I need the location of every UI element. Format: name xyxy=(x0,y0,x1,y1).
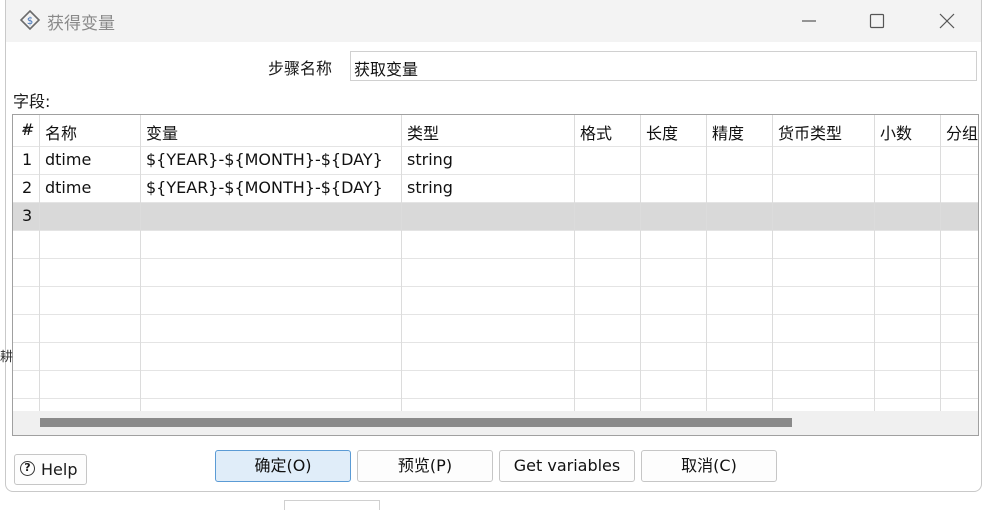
dialog-window: $ 获得变量 步骤名称 字段: xyxy=(5,0,982,492)
column-header-type[interactable]: 类型 xyxy=(407,120,439,144)
maximize-button[interactable] xyxy=(842,0,912,42)
column-header-index[interactable]: # xyxy=(21,120,34,139)
title-bar[interactable]: $ 获得变量 xyxy=(6,0,981,42)
column-header-name[interactable]: 名称 xyxy=(45,120,77,144)
close-button[interactable] xyxy=(912,0,982,42)
help-button[interactable]: ? Help xyxy=(14,454,87,485)
table-cell-variable[interactable]: ${YEAR}-${MONTH}-${DAY} xyxy=(146,150,383,169)
pentaho-variable-icon: $ xyxy=(19,9,41,31)
cancel-button[interactable]: 取消(C) xyxy=(641,450,777,482)
fields-label: 字段: xyxy=(13,92,51,111)
ok-button[interactable]: 确定(O) xyxy=(215,450,351,482)
help-icon: ? xyxy=(20,461,35,476)
column-header-precision[interactable]: 精度 xyxy=(712,120,744,144)
row-number: 2 xyxy=(22,178,33,197)
svg-text:$: $ xyxy=(27,16,33,27)
maximize-icon xyxy=(869,13,885,29)
column-header-length[interactable]: 长度 xyxy=(646,120,678,144)
scrollbar-thumb[interactable] xyxy=(40,418,792,427)
column-header-variable[interactable]: 变量 xyxy=(146,120,178,144)
table-cell-variable[interactable]: ${YEAR}-${MONTH}-${DAY} xyxy=(146,178,383,197)
help-label: Help xyxy=(41,460,78,479)
background-text-fragment: 耕 xyxy=(0,350,14,365)
row-number: 1 xyxy=(22,150,33,169)
horizontal-scrollbar[interactable] xyxy=(13,411,978,435)
table-cell-name[interactable]: dtime xyxy=(45,150,91,169)
table-cell-name[interactable]: dtime xyxy=(45,178,91,197)
close-icon xyxy=(939,13,955,29)
column-header-decimal[interactable]: 小数 xyxy=(880,120,912,144)
table-cell-type[interactable]: string xyxy=(407,178,453,197)
background-window-edge xyxy=(284,500,380,510)
step-name-input[interactable] xyxy=(350,51,977,81)
step-name-label: 步骤名称 xyxy=(268,59,333,78)
get-variables-button[interactable]: Get variables xyxy=(499,450,635,482)
fields-table[interactable]: # 名称 变量 类型 格式 长度 精度 货币类型 小数 分组 1 dtime $… xyxy=(12,114,979,436)
column-header-format[interactable]: 格式 xyxy=(580,120,612,144)
row-number: 3 xyxy=(22,206,33,225)
column-header-currency[interactable]: 货币类型 xyxy=(778,120,842,144)
preview-button[interactable]: 预览(P) xyxy=(357,450,493,482)
table-cell-type[interactable]: string xyxy=(407,150,453,169)
column-header-group[interactable]: 分组 xyxy=(946,120,978,144)
minimize-icon xyxy=(802,20,816,22)
minimize-button[interactable] xyxy=(774,0,844,42)
window-title: 获得变量 xyxy=(47,14,115,34)
